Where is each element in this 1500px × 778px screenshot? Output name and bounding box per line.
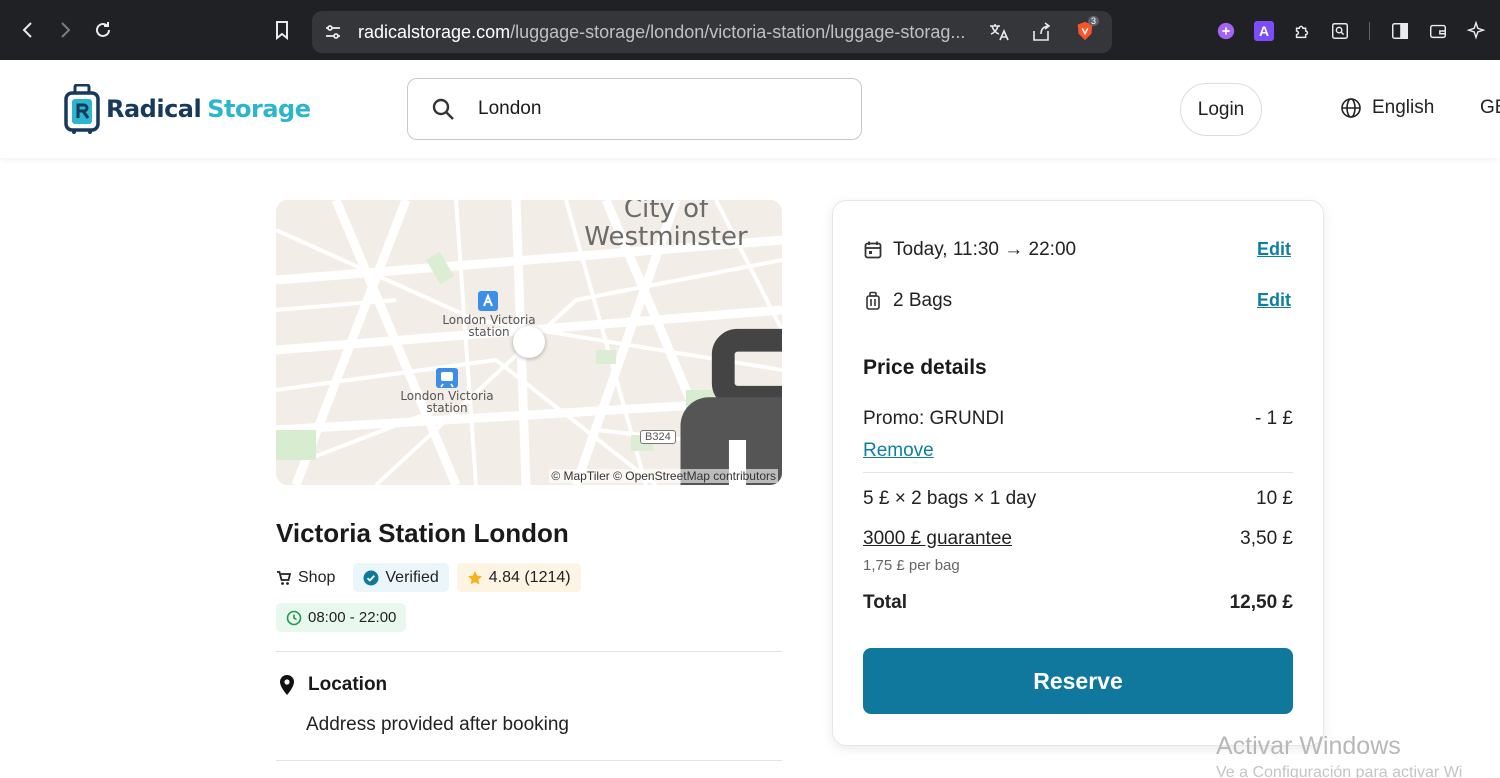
train-station-icon <box>478 291 498 311</box>
edit-bags-link[interactable]: Edit <box>1257 290 1291 311</box>
verified-label: Verified <box>385 568 439 586</box>
rate-value: 10 £ <box>1256 488 1293 509</box>
windows-activation-watermark: Activar Windows <box>1216 732 1401 760</box>
listing-title: Victoria Station London <box>276 518 569 548</box>
site-settings-icon[interactable] <box>322 21 344 43</box>
location-heading-label: Location <box>308 674 388 695</box>
luggage-logo-icon <box>64 84 100 134</box>
total-value: 12,50 £ <box>1229 592 1293 613</box>
map-district-label: City of Westminster <box>584 200 748 252</box>
location-heading: Location <box>278 674 387 696</box>
map-attribution[interactable]: © MapTiler © OpenStreetMap contributors <box>549 469 778 483</box>
edit-date-link[interactable]: Edit <box>1257 239 1291 260</box>
luggage-icon <box>866 291 880 310</box>
sidebar-icon[interactable] <box>1389 20 1411 42</box>
opening-hours-label: 08:00 - 22:00 <box>308 609 397 626</box>
calendar-icon <box>864 241 882 259</box>
extensions-icon[interactable] <box>1291 20 1313 42</box>
road-shield: B324 <box>640 430 676 444</box>
currency-selector[interactable]: GB <box>1480 97 1500 119</box>
guarantee-link[interactable]: 3000 £ guarantee <box>863 528 1012 550</box>
share-icon[interactable] <box>1030 21 1052 43</box>
opening-hours-badge: 08:00 - 22:00 <box>276 603 407 632</box>
booking-date-row: Today, 11:30 → 22:00 <box>863 239 1076 261</box>
category-badge: Shop <box>276 563 345 592</box>
booking-bags-label: 2 Bags <box>893 290 953 311</box>
location-map[interactable]: City of Westminster London Victoria stat… <box>276 200 782 485</box>
logo-word-radical: Radical <box>106 95 202 123</box>
search-value: London <box>478 98 542 119</box>
promo-label: Promo: GRUNDI <box>863 408 1005 429</box>
guarantee-per-bag: 1,75 £ per bag <box>863 557 960 574</box>
site-logo[interactable]: Radical Storage <box>64 84 311 134</box>
remove-promo-link[interactable]: Remove <box>863 440 934 462</box>
total-label: Total <box>863 592 907 613</box>
rate-label: 5 £ × 2 bags × 1 day <box>863 488 1037 509</box>
verified-check-icon <box>363 570 379 585</box>
guarantee-value: 3,50 £ <box>1240 528 1293 549</box>
rating-label: 4.84 (1214) <box>488 568 571 586</box>
url-text: radicalstorage.com/luggage-storage/londo… <box>358 21 966 42</box>
verified-badge: Verified <box>353 563 449 592</box>
divider <box>276 760 782 761</box>
luggage-marker[interactable] <box>513 326 782 485</box>
star-icon <box>467 570 482 584</box>
toolbar-separator <box>1369 22 1370 40</box>
login-button[interactable]: Login <box>1180 83 1262 136</box>
map-station-label-2: London Victoria station <box>400 389 494 415</box>
booking-bags-row: 2 Bags <box>863 290 952 312</box>
logo-word-storage: Storage <box>207 95 311 123</box>
browser-toolbar: radicalstorage.com/luggage-storage/londo… <box>0 0 1500 60</box>
booking-date-label: Today, 11:30 → 22:00 <box>893 239 1077 260</box>
language-selector[interactable]: English <box>1340 97 1434 119</box>
extension-puzzle-purple-icon[interactable] <box>1215 20 1237 42</box>
promo-value: - 1 £ <box>1254 408 1293 429</box>
globe-icon <box>1341 98 1361 118</box>
search-icon <box>432 98 454 120</box>
price-divider <box>863 472 1293 473</box>
location-search-input[interactable]: London <box>407 78 862 140</box>
brave-shield-icon[interactable]: 3 <box>1074 16 1100 44</box>
clock-icon <box>286 610 302 625</box>
shield-count-badge: 3 <box>1088 16 1100 26</box>
luggage-marker-icon <box>680 328 782 485</box>
forward-button[interactable] <box>47 12 83 48</box>
category-label: Shop <box>298 568 336 586</box>
location-address-note: Address provided after booking <box>306 714 569 735</box>
reload-button[interactable] <box>85 12 121 48</box>
bookmark-icon[interactable] <box>264 12 300 48</box>
price-details-heading: Price details <box>863 356 987 379</box>
divider <box>276 651 782 652</box>
windows-activation-subtext: Ve a Configuración para activar Wi <box>1216 764 1463 778</box>
shopping-cart-icon <box>277 570 292 585</box>
listing-badges: Shop Verified 4.84 (1214) <box>276 563 589 592</box>
address-bar[interactable]: radicalstorage.com/luggage-storage/londo… <box>312 11 1112 53</box>
translate-icon[interactable] <box>988 21 1010 43</box>
language-label: English <box>1372 97 1435 118</box>
back-button[interactable] <box>10 12 46 48</box>
reserve-button[interactable]: Reserve <box>863 648 1293 714</box>
reader-mode-icon[interactable] <box>1329 20 1351 42</box>
leo-ai-icon[interactable] <box>1465 20 1487 42</box>
rail-station-icon <box>436 368 458 388</box>
extension-a-icon[interactable]: A <box>1253 20 1275 42</box>
rating-badge[interactable]: 4.84 (1214) <box>456 563 581 592</box>
map-pin-icon <box>280 675 294 695</box>
wallet-icon[interactable] <box>1427 20 1449 42</box>
